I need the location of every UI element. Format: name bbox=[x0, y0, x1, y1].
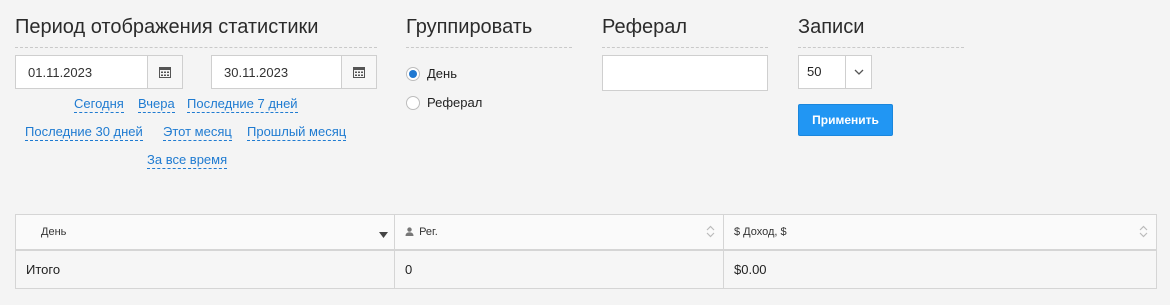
sort-icon[interactable] bbox=[1139, 225, 1148, 241]
records-value[interactable]: 50 bbox=[799, 56, 845, 88]
caret-down-icon[interactable] bbox=[379, 229, 388, 241]
radio-day[interactable] bbox=[406, 66, 420, 81]
user-icon bbox=[405, 226, 419, 238]
group-option-day[interactable]: День bbox=[406, 66, 457, 81]
radio-day-label: День bbox=[427, 66, 457, 81]
column-income-label: $ Доход, $ bbox=[734, 226, 787, 238]
quick-link-last-30-days[interactable]: Последние 30 дней bbox=[25, 124, 143, 141]
period-title: Период отображения статистики bbox=[15, 16, 377, 48]
quick-link-last-7-days[interactable]: Последние 7 дней bbox=[187, 96, 298, 113]
calendar-icon[interactable] bbox=[341, 56, 376, 88]
referral-title: Реферал bbox=[602, 16, 768, 48]
records-title: Записи bbox=[798, 16, 964, 48]
stats-table: День Рег. $ Доход, $ Итого 0 $0.00 bbox=[15, 214, 1157, 289]
table-row: Итого 0 $0.00 bbox=[15, 250, 1157, 289]
radio-referral-label: Реферал bbox=[427, 95, 483, 110]
sort-icon[interactable] bbox=[706, 225, 715, 241]
column-header-income[interactable]: $ Доход, $ bbox=[723, 214, 1157, 251]
quick-link-today[interactable]: Сегодня bbox=[74, 96, 124, 113]
calendar-icon[interactable] bbox=[147, 56, 182, 88]
group-option-referral[interactable]: Реферал bbox=[406, 95, 482, 110]
total-label-cell: Итого bbox=[15, 250, 395, 289]
column-registrations-label: Рег. bbox=[419, 226, 438, 238]
referral-input[interactable] bbox=[602, 55, 768, 91]
group-title: Группировать bbox=[406, 16, 572, 48]
quick-link-this-month[interactable]: Этот месяц bbox=[163, 124, 232, 141]
date-to-field[interactable]: 30.11.2023 bbox=[211, 55, 377, 89]
date-from-value[interactable]: 01.11.2023 bbox=[16, 65, 147, 80]
quick-link-last-month[interactable]: Прошлый месяц bbox=[247, 124, 347, 141]
records-select[interactable]: 50 bbox=[798, 55, 872, 89]
total-income-cell: $0.00 bbox=[723, 250, 1157, 289]
column-header-registrations[interactable]: Рег. bbox=[394, 214, 724, 251]
radio-referral[interactable] bbox=[406, 95, 420, 110]
apply-button[interactable]: Применить bbox=[798, 104, 893, 136]
quick-link-all-time[interactable]: За все время bbox=[147, 152, 228, 169]
total-registrations-cell: 0 bbox=[394, 250, 724, 289]
date-to-value[interactable]: 30.11.2023 bbox=[212, 65, 341, 80]
chevron-down-icon[interactable] bbox=[845, 56, 871, 88]
column-day-label: День bbox=[41, 226, 67, 238]
table-header-row: День Рег. $ Доход, $ bbox=[15, 214, 1157, 251]
column-header-day[interactable]: День bbox=[15, 214, 395, 251]
quick-link-yesterday[interactable]: Вчера bbox=[138, 96, 175, 113]
date-from-field[interactable]: 01.11.2023 bbox=[15, 55, 183, 89]
